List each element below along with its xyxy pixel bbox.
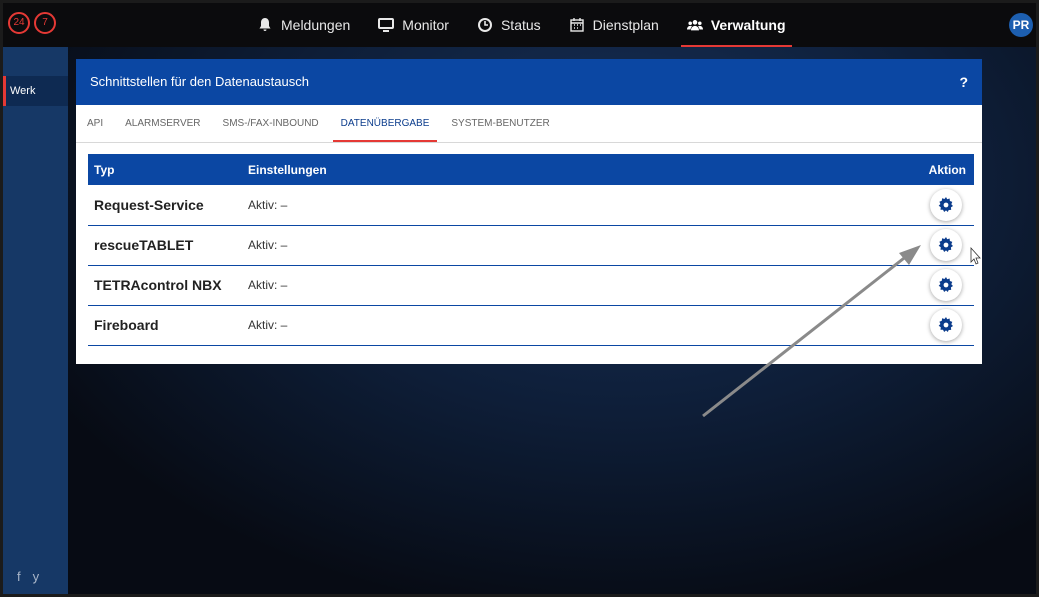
- row-settings: Aktiv: –: [248, 238, 288, 252]
- table-row: Request-Service Aktiv: –: [88, 185, 974, 225]
- gear-icon: [938, 277, 953, 292]
- settings-button[interactable]: [930, 229, 962, 261]
- row-type: TETRAcontrol NBX: [94, 277, 222, 293]
- logo[interactable]: 24 7: [8, 10, 60, 38]
- top-bar: 24 7 Meldungen Monitor Status Dienstplan: [3, 3, 1036, 47]
- nav-status[interactable]: Status: [463, 3, 555, 47]
- sidebar-item-werk[interactable]: Werk: [3, 76, 68, 106]
- row-settings: Aktiv: –: [248, 278, 288, 292]
- panel-header: Schnittstellen für den Datenaustausch ?: [76, 59, 982, 105]
- help-button[interactable]: ?: [959, 59, 968, 105]
- user-avatar[interactable]: PR: [1009, 13, 1033, 37]
- main-nav: Meldungen Monitor Status Dienstplan Verw…: [243, 3, 800, 47]
- tab-datenuebergabe[interactable]: DATENÜBERGABE: [332, 105, 438, 142]
- nav-label: Dienstplan: [592, 17, 659, 33]
- table-row: Fireboard Aktiv: –: [88, 305, 974, 345]
- gear-icon: [938, 317, 953, 332]
- twitter-icon[interactable]: y: [33, 569, 40, 584]
- users-icon: [686, 20, 703, 31]
- nav-label: Monitor: [402, 17, 449, 33]
- settings-button[interactable]: [930, 188, 962, 221]
- nav-label: Status: [500, 17, 541, 33]
- panel-title: Schnittstellen für den Datenaustausch: [90, 74, 309, 89]
- row-type: Fireboard: [94, 317, 159, 333]
- table-row: rescueTABLET Aktiv: –: [88, 225, 974, 265]
- row-settings: Aktiv: –: [248, 197, 288, 212]
- nav-dienstplan[interactable]: Dienstplan: [555, 3, 673, 47]
- tab-bar: API ALARMSERVER SMS-/FAX-INBOUND DATENÜB…: [76, 105, 982, 143]
- nav-label: Verwaltung: [710, 17, 786, 33]
- calendar-icon: [569, 18, 584, 32]
- column-header-settings: Einstellungen: [248, 162, 327, 177]
- app-window: 24 7 Meldungen Monitor Status Dienstplan: [0, 0, 1039, 597]
- tab-api[interactable]: API: [87, 105, 103, 142]
- column-header-action: Aktion: [928, 162, 966, 177]
- logo-24: 24: [8, 12, 30, 34]
- nav-verwaltung[interactable]: Verwaltung: [673, 3, 800, 47]
- facebook-icon[interactable]: f: [17, 569, 21, 584]
- tab-sms-fax-inbound[interactable]: SMS-/FAX-INBOUND: [223, 105, 319, 142]
- sidebar: Werk f y: [3, 47, 68, 594]
- bell-icon: [259, 18, 271, 31]
- table-row: TETRAcontrol NBX Aktiv: –: [88, 265, 974, 305]
- table-header-row: Typ Einstellungen Aktion: [88, 154, 974, 185]
- nav-meldungen[interactable]: Meldungen: [243, 3, 364, 47]
- gear-icon: [938, 196, 953, 212]
- tab-alarmserver[interactable]: ALARMSERVER: [125, 105, 200, 142]
- interfaces-panel: Schnittstellen für den Datenaustausch ? …: [76, 59, 982, 364]
- nav-monitor[interactable]: Monitor: [364, 3, 463, 47]
- row-type: rescueTABLET: [94, 237, 194, 253]
- settings-button[interactable]: [930, 269, 962, 301]
- monitor-icon: [378, 18, 395, 32]
- interfaces-table: Typ Einstellungen Aktion Request-Service…: [88, 154, 974, 346]
- settings-button[interactable]: [930, 309, 962, 341]
- column-header-type: Typ: [94, 162, 115, 177]
- tab-system-benutzer[interactable]: SYSTEM-BENUTZER: [451, 105, 549, 142]
- nav-label: Meldungen: [281, 17, 351, 33]
- clock-icon: [477, 18, 492, 32]
- gear-icon: [938, 237, 953, 252]
- row-settings: Aktiv: –: [248, 318, 288, 332]
- social-links: f y: [17, 569, 39, 584]
- logo-7: 7: [34, 12, 56, 34]
- row-type: Request-Service: [94, 196, 204, 213]
